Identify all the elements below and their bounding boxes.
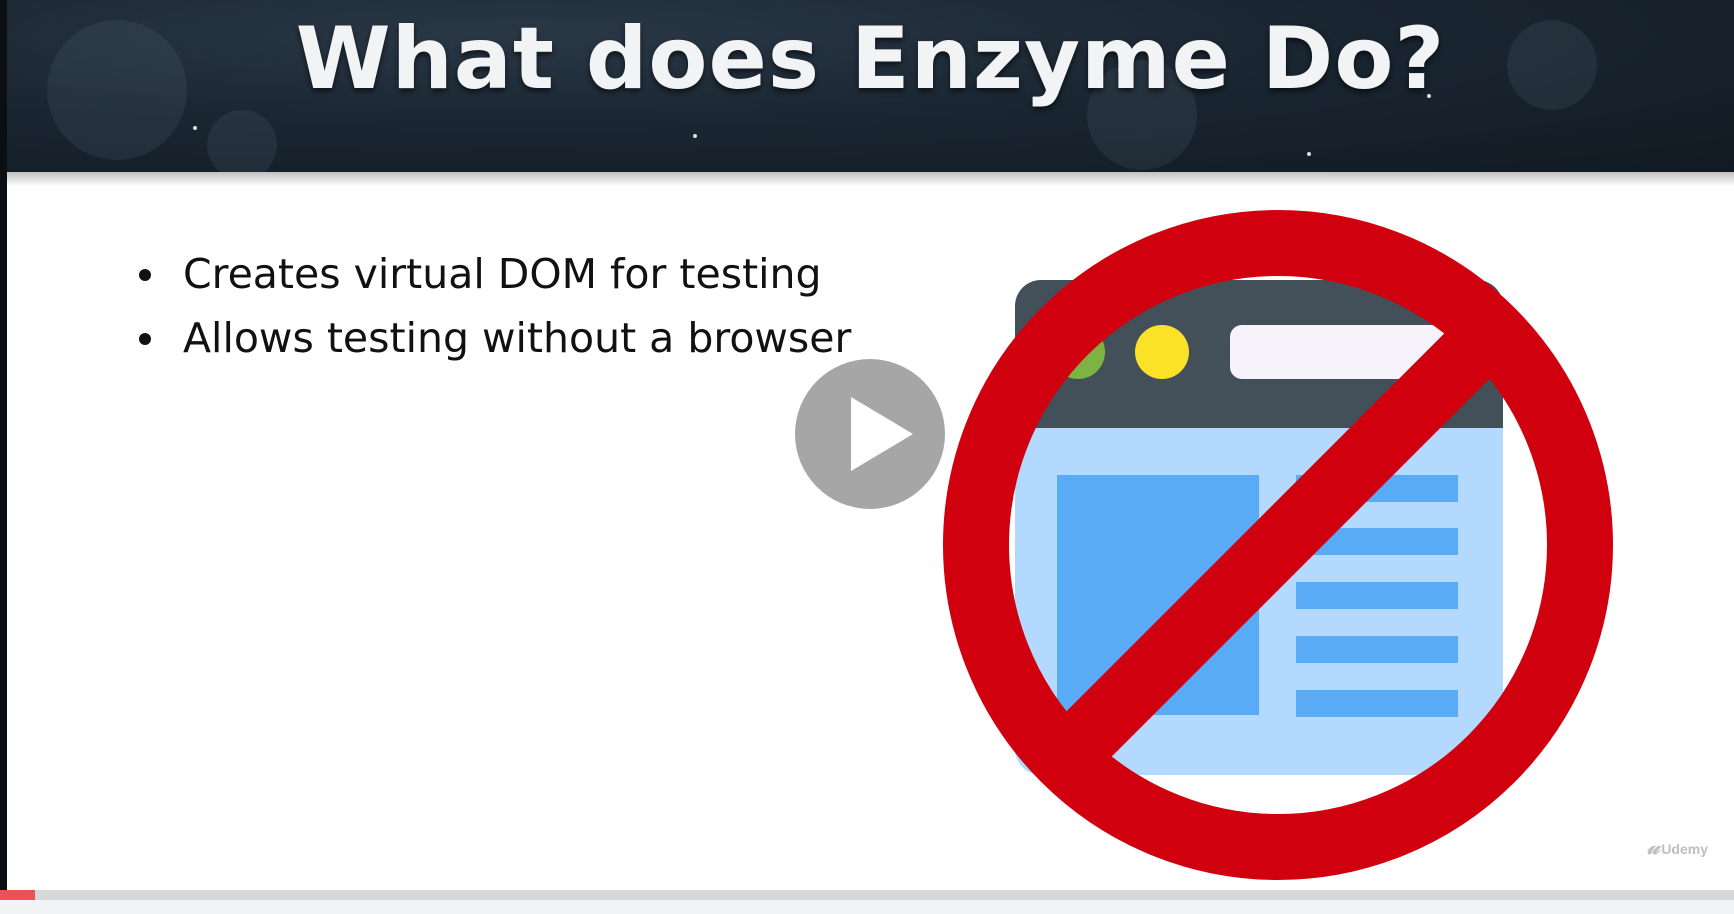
yellow-dot-icon bbox=[1135, 325, 1189, 379]
bullet-list: Creates virtual DOM for testing Allows t… bbox=[135, 242, 851, 370]
content-line bbox=[1296, 582, 1458, 609]
play-icon bbox=[851, 397, 913, 471]
bullet-text: Creates virtual DOM for testing bbox=[183, 250, 822, 298]
slide-header: What does Enzyme Do? bbox=[7, 0, 1734, 172]
no-browser-icon bbox=[943, 210, 1613, 880]
video-player[interactable]: What does Enzyme Do? Creates virtual DOM… bbox=[0, 0, 1734, 914]
header-star bbox=[1307, 152, 1311, 156]
bullet-item: Creates virtual DOM for testing bbox=[135, 242, 851, 306]
player-left-edge bbox=[0, 0, 7, 914]
bullet-item: Allows testing without a browser bbox=[135, 306, 851, 370]
header-star bbox=[193, 126, 197, 130]
bullet-dot-icon bbox=[139, 269, 151, 281]
watermark-text: Udemy bbox=[1661, 841, 1708, 857]
control-bar-strip bbox=[0, 900, 1734, 914]
header-star bbox=[693, 134, 697, 138]
content-line bbox=[1296, 636, 1458, 663]
header-shadow bbox=[7, 172, 1734, 186]
bullet-dot-icon bbox=[139, 333, 151, 345]
progress-played bbox=[0, 890, 35, 900]
udemy-logo-icon: 𝓊 bbox=[1646, 834, 1660, 859]
progress-bar[interactable] bbox=[0, 890, 1734, 900]
slide-title: What does Enzyme Do? bbox=[295, 9, 1446, 109]
content-line bbox=[1296, 690, 1458, 717]
play-button[interactable] bbox=[795, 359, 945, 509]
bullet-text: Allows testing without a browser bbox=[183, 314, 852, 362]
header-bokeh bbox=[207, 110, 277, 172]
udemy-watermark: 𝓊 Udemy bbox=[1647, 834, 1708, 860]
